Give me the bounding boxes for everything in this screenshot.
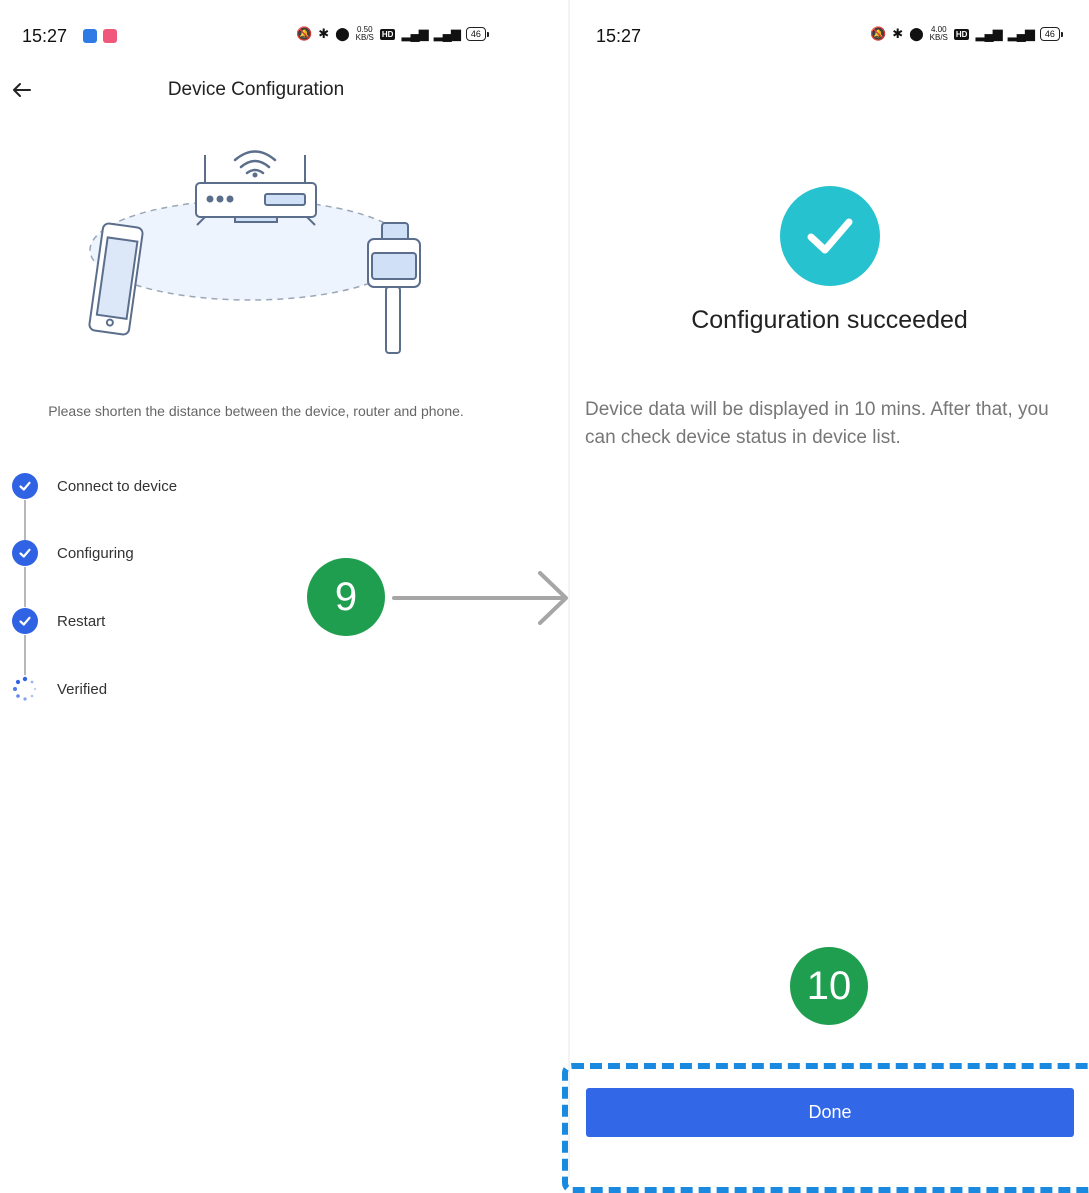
battery-icon: 46 [1039, 27, 1063, 41]
distance-hint: Please shorten the distance between the … [48, 403, 464, 419]
step-connect-to-device: Connect to device [12, 473, 177, 499]
step-label: Verified [57, 680, 108, 698]
app-notification-icon [103, 29, 117, 43]
battery-icon: 46 [465, 27, 489, 41]
monitoring-device-icon [367, 222, 421, 354]
success-title: Configuration succeeded [691, 306, 968, 334]
network-speed: 4.00 KB/S [929, 25, 948, 42]
step-verified: Verified [12, 676, 107, 702]
check-circle-icon [12, 608, 38, 634]
step-label: Configuring [57, 544, 134, 562]
status-time: 15:27 [596, 26, 642, 46]
bluetooth-icon: ✱ [892, 26, 904, 41]
network-speed: 0.50 KB/S [355, 25, 374, 42]
done-button-highlight [562, 1063, 1089, 1193]
proximity-illustration [88, 150, 421, 354]
status-icons: 🔕 ✱ ⬤ 0.50 KB/S HD ▂▄▆ ▂▄▆ 46 [296, 26, 489, 42]
wifi-icon [233, 150, 277, 175]
check-circle-icon [12, 473, 38, 499]
hd-icon: HD [379, 28, 396, 40]
status-icons: 🔕 ✱ ⬤ 4.00 KB/S HD ▂▄▆ ▂▄▆ 46 [870, 26, 1063, 42]
arrow-right-icon [392, 571, 568, 625]
success-check-icon [780, 186, 880, 286]
signal-icon: ▂▄▆ [975, 26, 1002, 41]
signal-icon: ▂▄▆ [401, 26, 428, 41]
device-configuration-screen: 15:27 🔕 ✱ ⬤ 0.50 KB/S HD ▂▄▆ ▂▄▆ 46 Devic… [0, 0, 568, 1178]
success-description: Device data will be displayed in 10 mins… [585, 399, 1049, 448]
hd-icon: HD [953, 28, 970, 40]
step-connector [24, 635, 26, 675]
step-restart: Restart [12, 608, 105, 634]
loading-spinner-icon [13, 676, 37, 701]
step-configuring: Configuring [12, 540, 134, 566]
app-notification-icon [83, 29, 97, 43]
mute-icon: 🔕 [296, 26, 313, 41]
configuration-success-screen: 15:27 🔕 ✱ ⬤ 4.00 KB/S HD ▂▄▆ ▂▄▆ 46 Confi… [570, 0, 1089, 1178]
page-title: Device Configuration [167, 79, 345, 100]
annotation-badge-9: 9 [307, 558, 385, 636]
check-circle-icon [12, 540, 38, 566]
status-time: 15:27 [22, 26, 68, 46]
mute-icon: 🔕 [870, 26, 887, 41]
signal-icon: ▂▄▆ [1007, 26, 1035, 41]
step-label: Restart [57, 612, 106, 630]
annotation-badge-10: 10 [790, 947, 868, 1025]
step-connector [24, 500, 26, 540]
step-connector [24, 567, 26, 607]
step-label: Connect to device [57, 477, 178, 495]
location-icon: ⬤ [909, 26, 924, 41]
signal-icon: ▂▄▆ [433, 26, 461, 41]
router-icon [195, 155, 317, 226]
bluetooth-icon: ✱ [318, 26, 330, 41]
notification-icons [83, 29, 117, 43]
location-icon: ⬤ [335, 26, 350, 41]
